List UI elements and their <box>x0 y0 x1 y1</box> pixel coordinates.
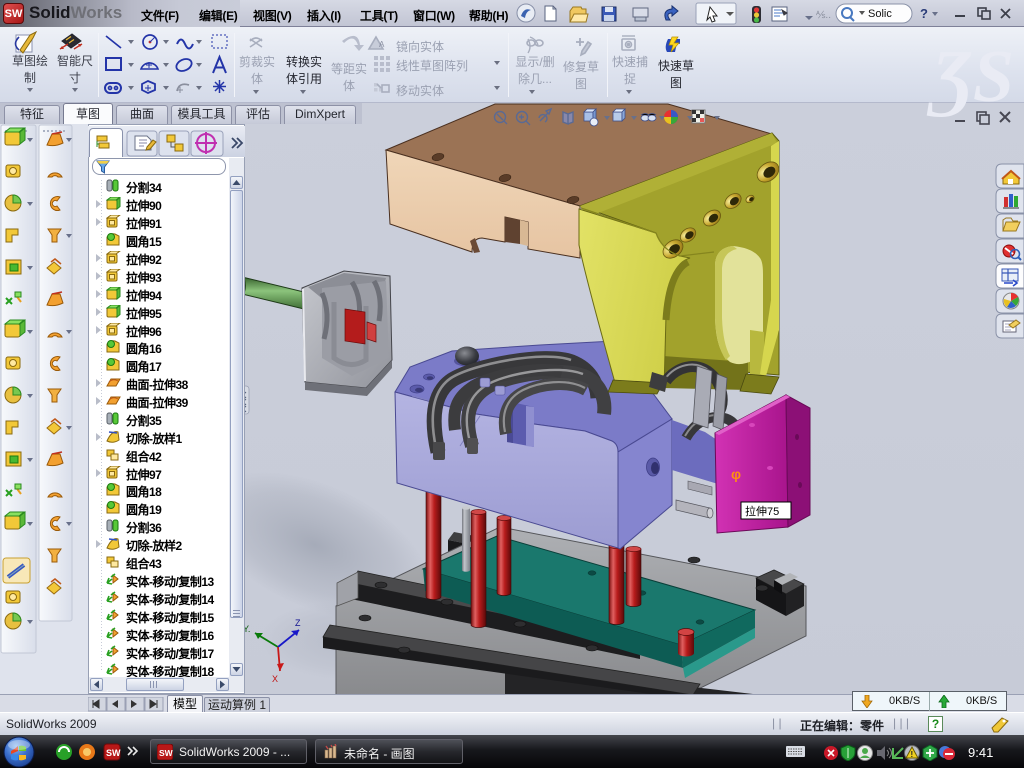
svg-text:A: A <box>379 40 385 49</box>
svg-text:SW: SW <box>159 748 173 758</box>
svg-text:Z: Z <box>295 618 301 628</box>
svg-text:?: ? <box>920 6 928 21</box>
svg-text:⅍..: ⅍.. <box>816 10 831 21</box>
svg-text:!: ! <box>911 750 914 759</box>
svg-text:Solic: Solic <box>868 8 892 20</box>
svg-text:SW: SW <box>106 748 121 758</box>
svg-text:X: X <box>272 674 278 684</box>
svg-text:拉伸75: 拉伸75 <box>745 504 779 518</box>
svg-text:φ: φ <box>731 466 741 482</box>
